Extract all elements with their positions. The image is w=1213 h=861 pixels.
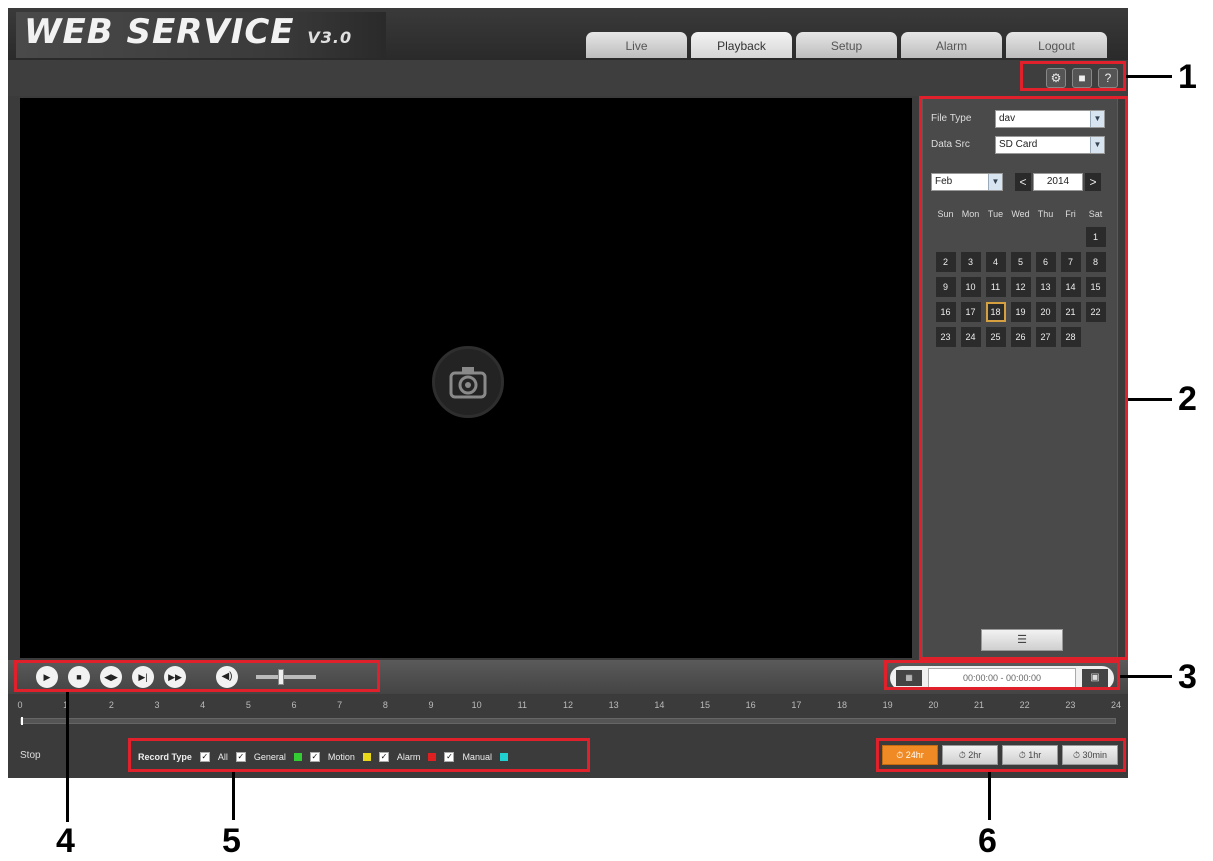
- timeline-tick-label: 2: [108, 700, 114, 710]
- timeline-tick-label: 20: [928, 700, 939, 710]
- timeline-tick-label: 18: [836, 700, 848, 710]
- callout-box-5: [128, 738, 590, 772]
- tool-bar: ⚙ ■ ?: [8, 60, 1128, 96]
- timeline-tick-label: 4: [200, 700, 206, 710]
- callout-box-6: [876, 738, 1126, 772]
- timeline-tick-label: 22: [1019, 700, 1030, 710]
- timeline-tick-label: 19: [882, 700, 893, 710]
- callout-box-3: [884, 660, 1120, 690]
- callout-number-5: 5: [222, 822, 241, 860]
- logo-text: WEB SERVICE: [24, 12, 295, 52]
- callout-number-4: 4: [56, 822, 75, 860]
- header: WEB SERVICE V3.0 Live Playback Setup Ala…: [8, 8, 1128, 60]
- timeline-tick-label: 23: [1065, 700, 1076, 710]
- timeline-tick-label: 10: [471, 700, 482, 710]
- timeline: 0123456789101112131415161718192021222324: [8, 696, 1128, 732]
- timeline-tick-label: 3: [154, 700, 160, 710]
- callout-number-1: 1: [1178, 58, 1197, 96]
- timeline-tick-label: 14: [654, 700, 665, 710]
- timeline-tick-label: 13: [608, 700, 619, 710]
- timeline-tick-label: 21: [973, 700, 985, 710]
- tab-alarm[interactable]: Alarm: [901, 32, 1002, 58]
- leader-line-2: [1128, 398, 1172, 401]
- leader-line-6: [988, 772, 991, 820]
- timeline-tick-label: 6: [291, 700, 297, 710]
- callout-box-2: [919, 96, 1128, 660]
- callout-number-2: 2: [1178, 380, 1197, 418]
- timeline-tick-label: 0: [17, 700, 23, 710]
- callout-box-4: [14, 660, 380, 692]
- tab-logout[interactable]: Logout: [1006, 32, 1107, 58]
- leader-line-3: [1120, 675, 1172, 678]
- playback-status: Stop: [20, 750, 41, 761]
- callout-number-3: 3: [1178, 658, 1197, 696]
- callout-number-6: 6: [978, 822, 997, 860]
- tab-playback[interactable]: Playback: [691, 32, 792, 58]
- timeline-tick-label: 9: [428, 700, 434, 710]
- leader-line-1: [1126, 75, 1172, 78]
- timeline-tick-label: 11: [517, 700, 527, 710]
- tab-setup[interactable]: Setup: [796, 32, 897, 58]
- timeline-track[interactable]: [20, 717, 1116, 725]
- timeline-tick-label: 16: [745, 700, 756, 710]
- timeline-tick-label: 7: [337, 700, 343, 710]
- callout-box-1: [1020, 61, 1126, 91]
- camera-icon: [432, 346, 504, 418]
- main-tabs: Live Playback Setup Alarm Logout: [586, 32, 1107, 58]
- timeline-tick-label: 24: [1110, 700, 1122, 710]
- logo: WEB SERVICE V3.0: [16, 12, 386, 58]
- timeline-tick-label: 8: [382, 700, 388, 710]
- logo-version: V3.0: [307, 28, 353, 47]
- timeline-cursor[interactable]: [21, 717, 23, 725]
- timeline-tick-label: 12: [562, 700, 574, 710]
- timeline-tick-label: 17: [791, 700, 802, 710]
- tab-live[interactable]: Live: [586, 32, 687, 58]
- leader-line-5: [232, 772, 235, 820]
- timeline-tick-label: 15: [699, 700, 711, 710]
- video-window[interactable]: [20, 98, 912, 658]
- timeline-tick-label: 5: [245, 700, 251, 710]
- leader-line-4: [66, 692, 69, 822]
